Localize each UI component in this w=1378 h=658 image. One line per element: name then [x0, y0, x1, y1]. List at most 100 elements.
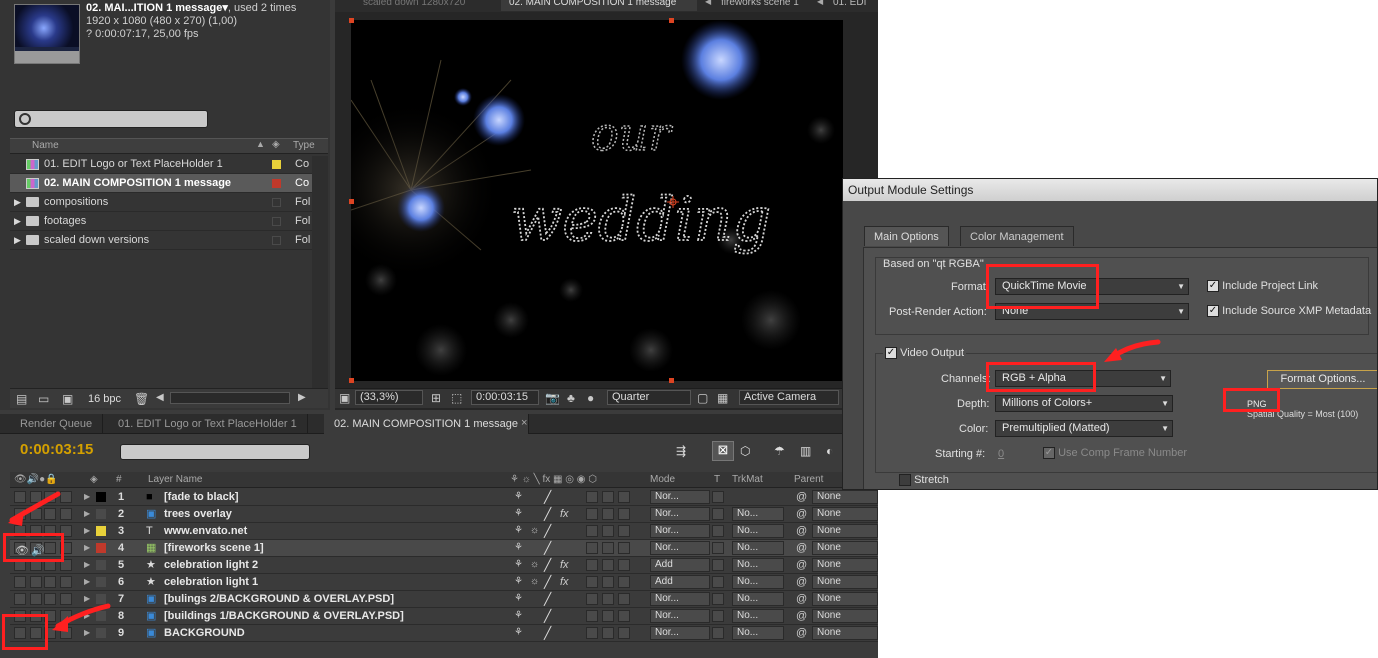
shy-layers-icon[interactable]: ☂ — [774, 444, 785, 458]
new-composition-icon[interactable]: ▣ — [62, 392, 73, 406]
layer-label-color[interactable] — [96, 543, 106, 553]
adjustment-switch[interactable] — [618, 627, 630, 639]
timeline-search-input[interactable] — [120, 444, 310, 460]
shy-switch-icon[interactable]: ⚘ — [514, 506, 523, 522]
expand-triangle-icon[interactable]: ▶ — [14, 212, 21, 231]
project-item[interactable]: 01. EDIT Logo or Text PlaceHolder 1 Co — [10, 155, 328, 174]
color-channels-icon[interactable]: ● — [587, 391, 594, 405]
frame-blend-switch[interactable] — [586, 593, 598, 605]
tab-next-icon[interactable]: ◀ — [817, 0, 823, 6]
tab-edit-logo[interactable]: 01. EDIT Logo or Text PlaceHolder 1 — [108, 414, 308, 434]
blend-mode-dropdown[interactable]: Nor... — [650, 490, 710, 504]
label-color[interactable] — [272, 198, 281, 207]
collapse-switch-icon[interactable]: ☼ — [530, 557, 539, 573]
expand-triangle-icon[interactable]: ▶ — [14, 231, 21, 250]
color-dropdown[interactable]: Premultiplied (Matted) — [995, 420, 1173, 437]
shy-switch-icon[interactable]: ⚘ — [514, 557, 523, 573]
motion-blur-icon[interactable]: ◐ — [826, 444, 833, 458]
project-scrollbar[interactable] — [312, 156, 328, 388]
pickwhip-icon[interactable]: @ — [796, 574, 807, 590]
motion-blur-switch[interactable] — [602, 491, 614, 503]
track-matte-dropdown[interactable]: No... — [732, 592, 784, 606]
layer-handle[interactable] — [349, 199, 354, 204]
solo-switch[interactable] — [44, 576, 56, 588]
layer-label-color[interactable] — [96, 526, 106, 536]
layer-row[interactable]: ▶ 7 ▣ [bulings 2/BACKGROUND & OVERLAY.PSD] ⚘… — [10, 591, 878, 608]
adjustment-switch[interactable] — [618, 576, 630, 588]
parent-dropdown[interactable]: None — [812, 507, 878, 521]
tab-color-management[interactable]: Color Management — [960, 226, 1074, 246]
trash-icon[interactable]: 🗑 — [134, 392, 149, 406]
quality-switch-icon[interactable]: ╱ — [544, 559, 556, 571]
project-item[interactable]: 02. MAIN COMPOSITION 1 message Co — [10, 174, 328, 193]
layer-row[interactable]: ▶ 1 ■ [fade to black] ⚘ ╱ Nor... @ None — [10, 489, 878, 506]
blend-mode-dropdown[interactable]: Nor... — [650, 609, 710, 623]
frame-blend-switch[interactable] — [586, 508, 598, 520]
frame-blend-switch[interactable] — [586, 576, 598, 588]
preserve-transparency-switch[interactable] — [712, 576, 724, 588]
project-hscroll[interactable] — [170, 392, 290, 404]
layer-row[interactable]: ▶ 8 ▣ [buildings 1/BACKGROUND & OVERLAY.PSD… — [10, 608, 878, 625]
include-project-link-checkbox[interactable]: ✓ Include Project Link — [1207, 280, 1318, 293]
scroll-right-icon[interactable]: ▶ — [298, 392, 306, 403]
expand-triangle-icon[interactable]: ▶ — [84, 506, 90, 522]
preserve-transparency-switch[interactable] — [712, 610, 724, 622]
preserve-transparency-switch[interactable] — [712, 491, 724, 503]
effects-switch-icon[interactable]: fx — [560, 574, 569, 590]
shy-switch-icon[interactable]: ⚘ — [514, 625, 523, 641]
layer-label-color[interactable] — [96, 509, 106, 519]
layer-name[interactable]: celebration light 1 — [164, 574, 258, 590]
track-matte-dropdown[interactable]: No... — [732, 626, 784, 640]
track-matte-dropdown[interactable]: No... — [732, 507, 784, 521]
frame-blend-switch[interactable] — [586, 610, 598, 622]
composition-canvas[interactable]: our wedding — [351, 20, 843, 381]
composition-mini-flowchart-icon[interactable]: ⇶ — [676, 444, 686, 458]
include-xmp-checkbox[interactable]: ✓ Include Source XMP Metadata — [1207, 305, 1371, 318]
pickwhip-icon[interactable]: @ — [796, 523, 807, 539]
layer-name[interactable]: trees overlay — [164, 506, 232, 522]
quality-switch-icon[interactable]: ╱ — [544, 508, 556, 520]
close-tab-icon[interactable]: × — [521, 417, 527, 429]
lock-switch[interactable] — [60, 576, 72, 588]
layer-row[interactable]: ▶ 6 ★ celebration light 1 ⚘ ☼ ╱ fx Add No... @ None — [10, 574, 878, 591]
motion-blur-switch[interactable] — [602, 576, 614, 588]
column-t[interactable]: T — [714, 472, 720, 488]
column-layer-name[interactable]: Layer Name — [148, 472, 202, 488]
parent-dropdown[interactable]: None — [812, 541, 878, 555]
video-output-checkbox[interactable]: ✓ Video Output — [883, 347, 967, 360]
layer-name[interactable]: www.envato.net — [164, 523, 247, 539]
tab-prev-icon[interactable]: ◀ — [705, 0, 711, 6]
project-item[interactable]: ▶ scaled down versions Fol — [10, 231, 328, 250]
quality-switch-icon[interactable]: ╱ — [544, 525, 556, 537]
layer-name[interactable]: celebration light 2 — [164, 557, 258, 573]
layer-handle[interactable] — [669, 18, 674, 23]
quality-switch-icon[interactable]: ╱ — [544, 576, 556, 588]
track-matte-dropdown[interactable]: No... — [732, 524, 784, 538]
column-trkmat[interactable]: TrkMat — [732, 472, 763, 488]
show-snapshot-icon[interactable]: ♣ — [567, 391, 575, 405]
shy-switch-icon[interactable]: ⚘ — [514, 574, 523, 590]
blend-mode-dropdown[interactable]: Add — [650, 575, 710, 589]
resolution-dropdown[interactable]: Quarter — [607, 390, 691, 405]
region-of-interest-icon[interactable]: ▢ — [697, 391, 708, 405]
column-mode[interactable]: Mode — [650, 472, 675, 488]
parent-dropdown[interactable]: None — [812, 524, 878, 538]
preserve-transparency-switch[interactable] — [712, 542, 724, 554]
layer-row[interactable]: ▶ 2 ▣ trees overlay ⚘ ╱ fx Nor... No... @ None — [10, 506, 878, 523]
audio-switch[interactable] — [30, 593, 42, 605]
stretch-checkbox[interactable]: Stretch — [899, 474, 949, 487]
track-matte-dropdown[interactable]: No... — [732, 575, 784, 589]
adjustment-switch[interactable] — [618, 491, 630, 503]
layer-label-color[interactable] — [96, 560, 106, 570]
layer-name[interactable]: BACKGROUND — [164, 625, 245, 641]
format-options-button[interactable]: Format Options... — [1267, 370, 1377, 389]
motion-blur-switch[interactable] — [602, 627, 614, 639]
pickwhip-icon[interactable]: @ — [796, 506, 807, 522]
blend-mode-dropdown[interactable]: Nor... — [650, 524, 710, 538]
motion-blur-switch[interactable] — [602, 559, 614, 571]
selected-comp-name[interactable]: 02. MAI...ITION 1 message — [86, 2, 222, 14]
always-preview-icon[interactable]: ▣ — [339, 391, 350, 405]
preserve-transparency-switch[interactable] — [712, 525, 724, 537]
tab-render-queue[interactable]: Render Queue — [10, 414, 104, 434]
collapse-switch-icon[interactable]: ☼ — [530, 523, 539, 539]
